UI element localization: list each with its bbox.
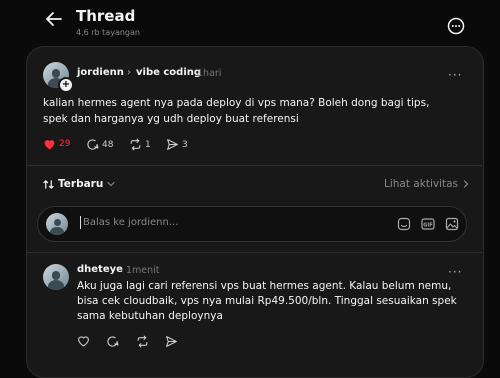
view-count: 4,6 rb tayangan bbox=[76, 28, 140, 37]
chevron-down-icon bbox=[107, 180, 115, 188]
comment-icon bbox=[106, 335, 119, 348]
follow-plus-icon[interactable]: + bbox=[58, 77, 74, 93]
view-activity-link[interactable]: Lihat aktivitas bbox=[384, 178, 470, 190]
comment-like-button[interactable] bbox=[77, 335, 90, 347]
sort-icon bbox=[43, 179, 54, 190]
chevron-right-icon bbox=[462, 180, 470, 188]
repost-icon bbox=[136, 335, 149, 348]
image-icon[interactable] bbox=[444, 216, 460, 232]
repost-count: 1 bbox=[145, 139, 151, 150]
page-title: Thread bbox=[76, 7, 136, 25]
more-circle-icon[interactable] bbox=[446, 16, 466, 36]
sort-label: Terbaru bbox=[58, 178, 104, 190]
heart-icon bbox=[43, 138, 56, 150]
comment-username[interactable]: dheteye bbox=[77, 264, 123, 275]
share-count: 3 bbox=[182, 139, 188, 150]
comment-text: Aku juga lagi cari referensi vps buat he… bbox=[77, 280, 457, 322]
divider bbox=[27, 252, 482, 253]
like-count: 29 bbox=[59, 139, 71, 149]
comment-share-button[interactable] bbox=[165, 335, 178, 348]
post-timestamp: 1hari bbox=[197, 68, 222, 79]
svg-text:GIF: GIF bbox=[423, 223, 432, 229]
post-username[interactable]: jordienn bbox=[77, 67, 124, 78]
comment-icon bbox=[86, 138, 99, 151]
activity-label: Lihat aktivitas bbox=[384, 178, 459, 190]
share-icon bbox=[166, 138, 179, 151]
gif-icon[interactable]: GIF bbox=[420, 216, 436, 232]
divider bbox=[27, 165, 482, 166]
avatar[interactable] bbox=[43, 264, 69, 290]
sort-dropdown[interactable]: Terbaru bbox=[43, 178, 115, 190]
comment-repost-button[interactable] bbox=[136, 335, 149, 348]
post-more-icon[interactable]: ··· bbox=[448, 68, 462, 82]
sticker-icon[interactable] bbox=[396, 216, 412, 232]
post-text: kalian hermes agent nya pada deploy di v… bbox=[43, 97, 430, 125]
reply-box: GIF bbox=[37, 206, 467, 242]
avatar bbox=[46, 213, 68, 235]
share-button[interactable]: 3 bbox=[166, 138, 188, 151]
comment-more-icon[interactable]: ··· bbox=[448, 265, 462, 279]
reply-input[interactable] bbox=[80, 216, 345, 229]
comment-reply-button[interactable] bbox=[106, 335, 119, 348]
back-arrow-icon[interactable] bbox=[44, 9, 64, 29]
share-icon bbox=[165, 335, 178, 348]
heart-icon bbox=[77, 335, 90, 347]
comment-button[interactable]: 48 bbox=[86, 138, 113, 151]
repost-icon bbox=[129, 138, 142, 151]
comment-count: 48 bbox=[102, 139, 114, 150]
like-button[interactable]: 29 bbox=[43, 138, 70, 150]
comment-timestamp: 1menit bbox=[126, 265, 160, 276]
repost-button[interactable]: 1 bbox=[129, 138, 151, 151]
post-topic[interactable]: vibe coding bbox=[136, 67, 201, 78]
chevron-right-icon: › bbox=[127, 67, 131, 78]
